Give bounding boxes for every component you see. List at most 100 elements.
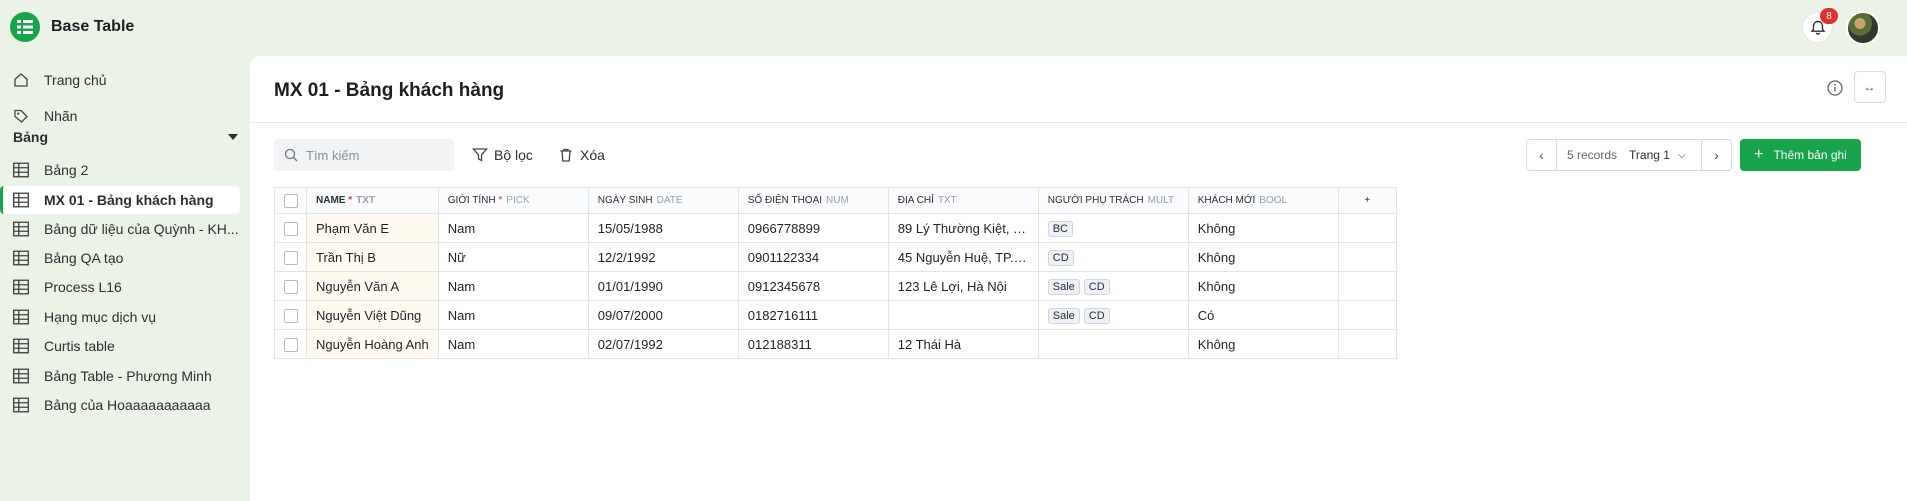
row-checkbox[interactable] [283,250,298,265]
chevron-down-icon[interactable] [228,134,238,140]
row-select-cell[interactable] [274,271,307,301]
column-type: DATE [656,195,683,206]
column-header-dob[interactable]: NGÀY SINH DATE [587,187,739,214]
sidebar-table-item[interactable]: Hạng mục dịch vụ [0,303,240,331]
column-header-gender[interactable]: GIỚI TÍNH * PICK [437,187,589,214]
row-checkbox[interactable] [283,221,298,236]
search-box[interactable] [274,139,454,171]
row-select-cell[interactable] [274,329,307,359]
delete-button[interactable]: Xóa [558,139,605,171]
sidebar-table-item[interactable]: Bảng 2 [0,156,240,184]
column-name: SỐ ĐIỆN THOẠI [747,195,823,206]
cell-owner[interactable]: BC [1037,213,1189,243]
sidebar: Trang chủ Nhãn Bảng Bảng 2 MX 01 - Bảng k… [0,56,248,501]
cell-dob[interactable]: 01/01/1990 [587,271,739,301]
table-row[interactable]: Trần Thị B Nữ 12/2/1992 0901122334 45 Ng… [274,242,1397,272]
row-select-cell[interactable] [274,242,307,272]
add-column-button[interactable]: + [1337,187,1397,214]
info-icon[interactable] [1826,79,1844,97]
cell-dob[interactable]: 12/2/1992 [587,242,739,272]
cell-new-customer[interactable]: Không [1187,213,1339,243]
cell-owner[interactable]: CD [1037,242,1189,272]
table-row[interactable]: Phạm Văn E Nam 15/05/1988 0966778899 89 … [274,213,1397,243]
cell-empty [1337,329,1397,359]
table-row[interactable]: Nguyễn Hoàng Anh Nam 02/07/1992 01218831… [274,329,1397,359]
sidebar-table-label: Bảng 2 [44,162,89,178]
cell-empty [1337,271,1397,301]
cell-gender[interactable]: Nam [437,271,589,301]
cell-new-customer[interactable]: Không [1187,329,1339,359]
row-select-cell[interactable] [274,300,307,330]
plus-icon: + [1754,146,1764,163]
cell-gender[interactable]: Nam [437,213,589,243]
column-header-owner[interactable]: NGƯỜI PHỤ TRÁCH MULT [1037,187,1189,214]
cell-address[interactable]: 12 Thái Hà [887,329,1039,359]
cell-owner[interactable]: Sale CD [1037,300,1189,330]
row-select-cell[interactable] [274,213,307,243]
cell-phone[interactable]: 0966778899 [737,213,889,243]
column-header-phone[interactable]: SỐ ĐIỆN THOẠI NUM [737,187,889,214]
cell-phone[interactable]: 0182716111 [737,300,889,330]
sidebar-table-item[interactable]: MX 01 - Bảng khách hàng [0,186,240,214]
cell-address[interactable]: 123 Lê Lợi, Hà Nội [887,271,1039,301]
owner-tag: Sale [1047,278,1080,295]
cell-dob[interactable]: 15/05/1988 [587,213,739,243]
sidebar-table-item[interactable]: Curtis table [0,332,240,360]
sidebar-table-item[interactable]: Bảng Table - Phương Minh [0,362,240,390]
column-name: NGƯỜI PHỤ TRÁCH [1047,195,1144,206]
cell-phone[interactable]: 0912345678 [737,271,889,301]
cell-new-customer[interactable]: Không [1187,242,1339,272]
cell-new-customer[interactable]: Không [1187,271,1339,301]
sidebar-item-tags[interactable]: Nhãn [0,101,240,131]
sidebar-table-label: Curtis table [44,338,115,354]
next-page-button[interactable]: › [1701,140,1731,170]
table-row[interactable]: Nguyễn Văn A Nam 01/01/1990 0912345678 1… [274,271,1397,301]
table-row[interactable]: Nguyễn Việt Dũng Nam 09/07/2000 01827161… [274,300,1397,330]
column-name: KHÁCH MỚI [1197,195,1256,206]
app-logo-icon[interactable] [10,12,40,42]
column-header-address[interactable]: ĐỊA CHỈ TXT [887,187,1039,214]
cell-name[interactable]: Nguyễn Hoàng Anh [306,329,439,359]
table-icon [13,250,29,266]
cell-empty [1337,300,1397,330]
cell-address[interactable] [887,300,1039,330]
cell-address[interactable]: 89 Lý Thường Kiệt, H... [887,213,1039,243]
row-checkbox[interactable] [283,279,298,294]
select-all-cell[interactable] [274,187,307,214]
cell-phone[interactable]: 012188311 [737,329,889,359]
cell-name[interactable]: Nguyễn Việt Dũng [306,300,439,330]
cell-gender[interactable]: Nam [437,329,589,359]
cell-address[interactable]: 45 Nguyễn Huệ, TP.H... [887,242,1039,272]
prev-page-button[interactable]: ‹ [1527,140,1557,170]
cell-dob[interactable]: 02/07/1992 [587,329,739,359]
column-header-new-customer[interactable]: KHÁCH MỚI BOOL [1187,187,1339,214]
column-header-name[interactable]: NAME * TXT [306,187,439,214]
expand-button[interactable]: ↔ [1854,71,1886,103]
user-avatar[interactable] [1846,11,1880,45]
page-select[interactable]: Trang 1 ⌵ [1629,148,1686,162]
row-checkbox[interactable] [283,308,298,323]
cell-phone[interactable]: 0901122334 [737,242,889,272]
filter-button[interactable]: Bộ lọc [472,139,533,171]
row-checkbox[interactable] [283,337,298,352]
cell-new-customer[interactable]: Có [1187,300,1339,330]
delete-label: Xóa [580,147,605,163]
sidebar-item-home[interactable]: Trang chủ [0,65,240,95]
cell-dob[interactable]: 09/07/2000 [587,300,739,330]
sidebar-table-item[interactable]: Process L16 [0,273,240,301]
cell-gender[interactable]: Nữ [437,242,589,272]
owner-tag: CD [1047,249,1074,266]
cell-owner[interactable] [1037,329,1189,359]
cell-name[interactable]: Phạm Văn E [306,213,439,243]
column-type: TXT [937,195,957,206]
cell-owner[interactable]: Sale CD [1037,271,1189,301]
add-record-button[interactable]: + Thêm bản ghi [1740,139,1861,171]
sidebar-table-item[interactable]: Bảng QA tạo [0,244,240,272]
cell-gender[interactable]: Nam [437,300,589,330]
cell-name[interactable]: Nguyễn Văn A [306,271,439,301]
sidebar-table-item[interactable]: Bảng của Hoaaaaaaaaaaa [0,391,240,419]
cell-name[interactable]: Trần Thị B [306,242,439,272]
select-all-checkbox[interactable] [283,193,298,208]
sidebar-table-item[interactable]: Bảng dữ liệu của Quỳnh - KH... [0,215,240,243]
search-input[interactable] [306,147,446,163]
